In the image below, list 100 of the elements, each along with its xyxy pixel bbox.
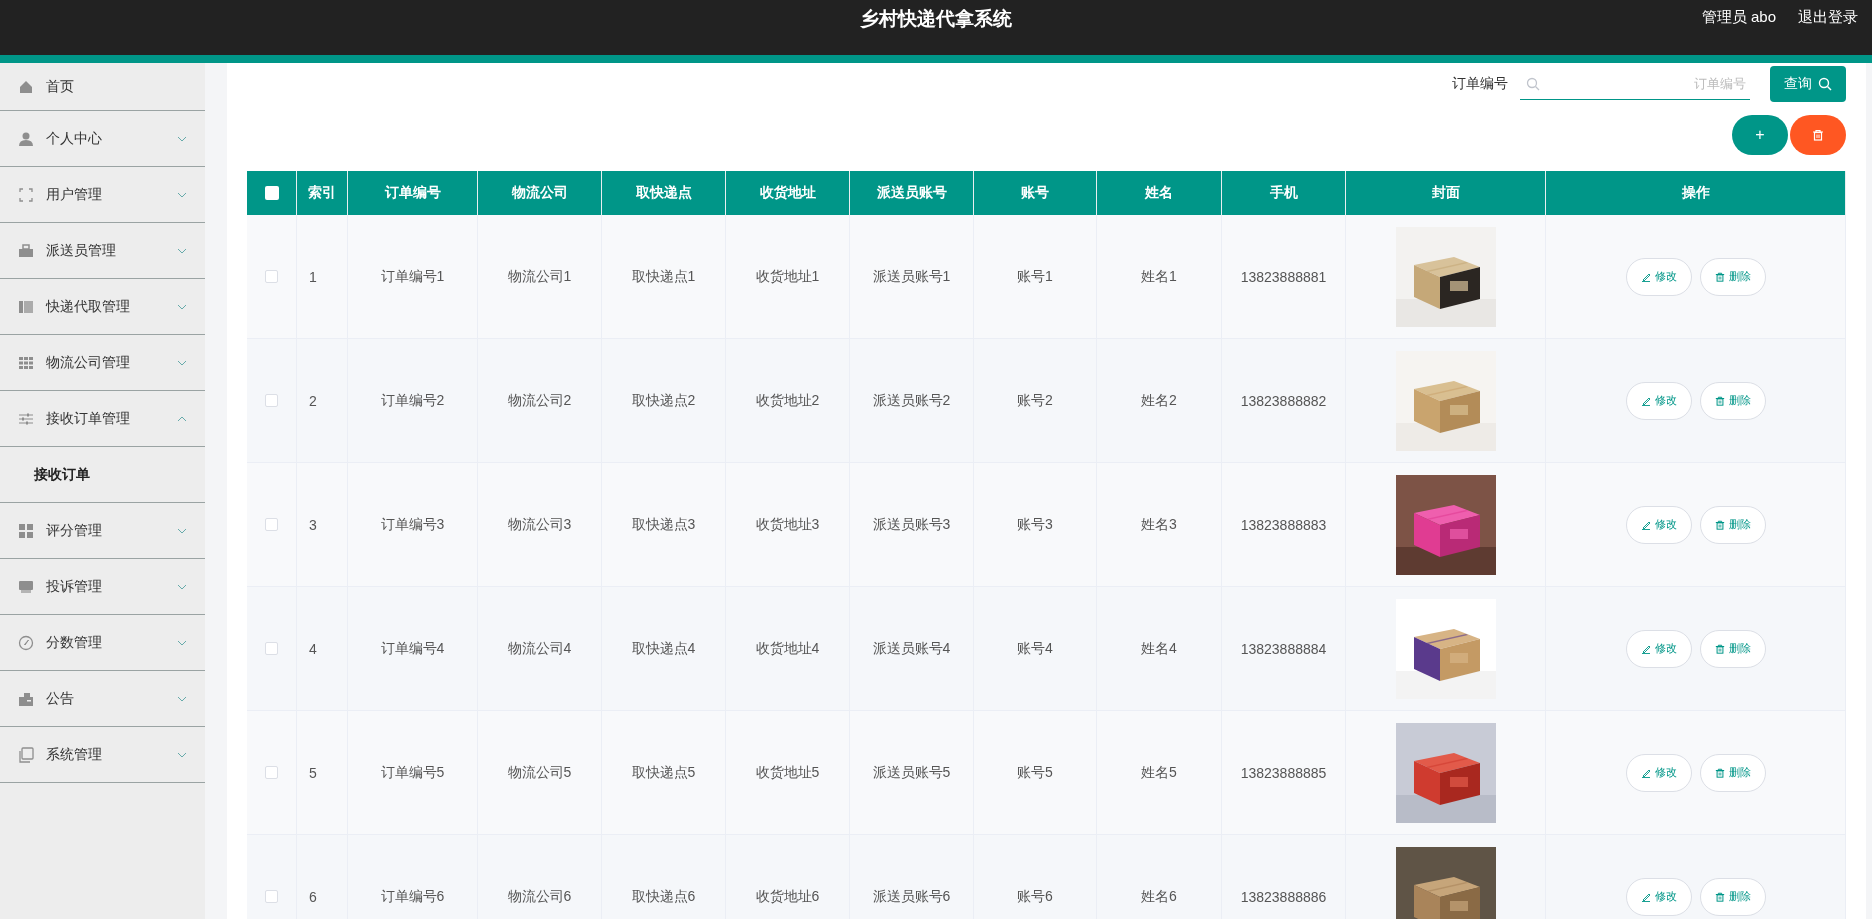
table-cell: 账号2 [974,339,1097,463]
table-cell: 订单编号4 [348,587,478,711]
table-cell: 派送员账号2 [850,339,974,463]
table-cell: 姓名6 [1097,835,1222,919]
table-cell: 收货地址2 [726,339,850,463]
sidebar-item[interactable]: 物流公司管理 [0,335,205,391]
search-icon [1818,77,1832,91]
sidebar-item[interactable]: 首页 [0,63,205,111]
logout-link[interactable]: 退出登录 [1798,8,1858,27]
row-checkbox[interactable] [265,766,278,779]
table-cell: 2 [297,339,348,463]
select-all-checkbox[interactable] [264,186,279,200]
table-cell: 派送员账号1 [850,215,974,339]
delete-row-button[interactable]: 删除 [1699,257,1766,296]
table-cell: 13823888885 [1222,711,1346,835]
submenu-item[interactable]: 接收订单 [0,447,205,503]
trash-icon [1714,643,1725,654]
edit-button[interactable]: 修改 [1625,753,1692,792]
table-cell: 取快递点3 [602,463,726,587]
sidebar-item[interactable]: 用户管理 [0,167,205,223]
table-cell: 物流公司4 [478,587,602,711]
sidebar-item[interactable]: 分数管理 [0,615,205,671]
table-cell: 物流公司1 [478,215,602,339]
row-checkbox[interactable] [265,394,278,407]
column-header: 封面 [1346,171,1546,215]
table-cell: 取快递点5 [602,711,726,835]
table-cell: 取快递点4 [602,587,726,711]
column-header: 物流公司 [478,171,602,215]
column-header: 账号 [974,171,1097,215]
table-cell: 账号3 [974,463,1097,587]
search-icon [1526,77,1540,91]
sidebar-item[interactable]: 个人中心 [0,111,205,167]
table-cell: 3 [297,463,348,587]
sidebar-item[interactable]: 派送员管理 [0,223,205,279]
table-cell: 4 [297,587,348,711]
edit-button[interactable]: 修改 [1625,505,1692,544]
row-checkbox[interactable] [265,518,278,531]
table-cell: 收货地址3 [726,463,850,587]
edit-button[interactable]: 修改 [1625,257,1692,296]
sidebar-item[interactable]: 公告 [0,671,205,727]
table-cell: 13823888886 [1222,835,1346,919]
sidebar-item[interactable]: 接收订单管理 [0,391,205,447]
column-header: 订单编号 [348,171,478,215]
table-cell: 派送员账号6 [850,835,974,919]
table-cell: 订单编号3 [348,463,478,587]
search-label: 订单编号 [1452,75,1508,93]
row-checkbox[interactable] [265,890,278,903]
table-cell: 账号6 [974,835,1097,919]
edit-button[interactable]: 修改 [1625,381,1692,420]
table-cell: 派送员账号4 [850,587,974,711]
sidebar-item[interactable]: 快递代取管理 [0,279,205,335]
table-cell: 5 [297,711,348,835]
trash-icon [1714,271,1725,282]
row-checkbox[interactable] [265,642,278,655]
pencil-icon [1640,271,1651,282]
column-header: 姓名 [1097,171,1222,215]
table-cell: 13823888882 [1222,339,1346,463]
table-cell: 账号1 [974,215,1097,339]
trash-icon [1714,395,1725,406]
delete-button[interactable] [1790,115,1846,155]
table-cell: 13823888881 [1222,215,1346,339]
table-cell: 收货地址4 [726,587,850,711]
table-cell: 订单编号5 [348,711,478,835]
sidebar-item[interactable]: 系统管理 [0,727,205,783]
column-header: 收货地址 [726,171,850,215]
edit-button[interactable]: 修改 [1625,629,1692,668]
user-name: 管理员 abo [1701,8,1776,27]
table-cell: 取快递点1 [602,215,726,339]
table-cell: 姓名4 [1097,587,1222,711]
table-cell: 订单编号6 [348,835,478,919]
table-cell: 收货地址5 [726,711,850,835]
sidebar-item[interactable]: 评分管理 [0,503,205,559]
row-checkbox[interactable] [265,270,278,283]
trash-icon [1714,891,1725,902]
search-field[interactable]: 订单编号 [1520,68,1750,100]
app-title: 乡村快递代拿系统 [860,8,1012,29]
delete-row-button[interactable]: 删除 [1699,505,1766,544]
pencil-icon [1640,519,1651,530]
trash-icon [1714,519,1725,530]
trash-icon [1812,129,1824,141]
add-button[interactable]: + [1732,115,1788,155]
trash-icon [1714,767,1725,778]
query-button[interactable]: 查询 [1770,66,1846,102]
sidebar-item[interactable]: 投诉管理 [0,559,205,615]
delete-row-button[interactable]: 删除 [1699,753,1766,792]
delete-row-button[interactable]: 删除 [1699,629,1766,668]
pencil-icon [1640,891,1651,902]
table-cell: 姓名2 [1097,339,1222,463]
table-cell: 6 [297,835,348,919]
table-cell: 订单编号2 [348,339,478,463]
edit-button[interactable]: 修改 [1625,877,1692,916]
column-header: 索引 [297,171,348,215]
table-cell: 取快递点2 [602,339,726,463]
table-cell: 1 [297,215,348,339]
table-cell: 订单编号1 [348,215,478,339]
delete-row-button[interactable]: 删除 [1699,877,1766,916]
pencil-icon [1640,767,1651,778]
delete-row-button[interactable]: 删除 [1699,381,1766,420]
table-cell: 物流公司5 [478,711,602,835]
table-cell: 姓名1 [1097,215,1222,339]
